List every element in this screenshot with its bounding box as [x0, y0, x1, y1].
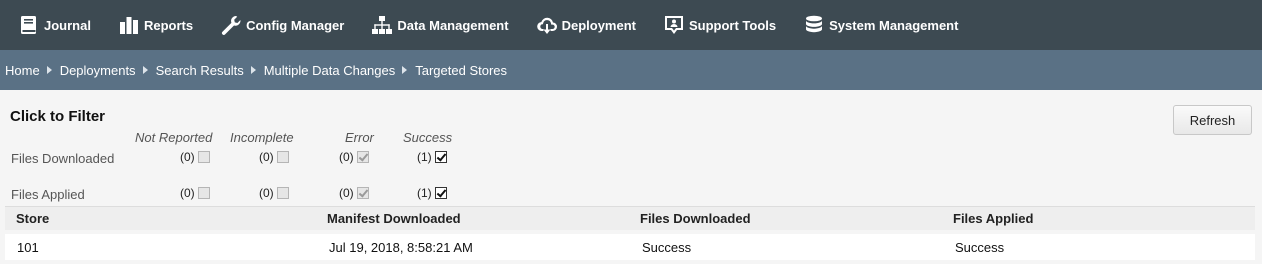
nav-journal[interactable]: Journal: [18, 0, 91, 50]
filter-checkbox-disabled: [356, 151, 369, 163]
sitemap-icon: [371, 14, 393, 36]
filter-count: (1): [417, 186, 432, 200]
filter-checkbox-disabled: [356, 187, 369, 199]
nav-deployment[interactable]: Deployment: [536, 0, 636, 50]
filter-count: (0): [180, 150, 195, 164]
column-header-manifest-downloaded[interactable]: Manifest Downloaded: [327, 211, 461, 226]
filter-count: (0): [259, 150, 274, 164]
filter-cell: (0): [259, 186, 289, 200]
stores-table: Store Manifest Downloaded Files Download…: [5, 206, 1255, 260]
filter-col-incomplete: Incomplete: [230, 130, 294, 145]
breadcrumb-separator-icon: [250, 66, 256, 74]
filter-cell: (0): [180, 150, 210, 164]
filter-checkbox-disabled: [276, 151, 289, 163]
nav-data-management[interactable]: Data Management: [371, 0, 509, 50]
nav-reports[interactable]: Reports: [118, 0, 193, 50]
filter-count: (0): [259, 186, 274, 200]
database-icon: [803, 14, 825, 36]
bar-chart-icon: [118, 14, 140, 36]
nav-label: Deployment: [561, 17, 636, 33]
filter-cell: (0): [339, 186, 369, 200]
filter-col-success: Success: [403, 130, 453, 145]
filter-count: (0): [339, 150, 354, 164]
cell-manifest-downloaded: Jul 19, 2018, 8:58:21 AM: [329, 240, 473, 255]
breadcrumb-targeted-stores: Targeted Stores: [415, 62, 508, 78]
filter-row-files-applied: Files Applied: [11, 187, 85, 202]
cell-files-downloaded: Success: [642, 240, 692, 255]
column-header-files-applied[interactable]: Files Applied: [953, 211, 1033, 226]
breadcrumb: Home Deployments Search Results Multiple…: [0, 50, 1262, 90]
filter-cell: (0): [259, 150, 289, 164]
breadcrumb-home[interactable]: Home: [5, 63, 40, 78]
breadcrumb-multiple-data-changes[interactable]: Multiple Data Changes: [264, 63, 396, 78]
filter-cell: (0): [180, 186, 210, 200]
cloud-download-icon: [536, 14, 558, 36]
nav-config-manager[interactable]: Config Manager: [220, 0, 344, 50]
cell-files-applied: Success: [955, 240, 1005, 255]
filter-checkbox-disabled: [276, 187, 289, 199]
filter-col-not-reported: Not Reported: [135, 130, 213, 145]
nav-system-management[interactable]: System Management: [803, 0, 958, 50]
nav-label: Journal: [44, 17, 91, 33]
filter-checkbox-disabled: [197, 151, 210, 163]
wrench-icon: [220, 14, 242, 36]
filter-checkbox-success[interactable]: [434, 187, 447, 199]
filter-checkbox-success[interactable]: [434, 151, 447, 163]
nav-label: Data Management: [397, 17, 509, 33]
refresh-button[interactable]: Refresh: [1173, 105, 1252, 135]
breadcrumb-deployments[interactable]: Deployments: [60, 63, 136, 78]
nav-label: Reports: [143, 17, 194, 33]
nav-label: Support Tools: [688, 17, 777, 33]
cell-store: 101: [17, 240, 39, 255]
nav-label: System Management: [829, 17, 959, 33]
nav-label: Config Manager: [246, 17, 345, 33]
breadcrumb-separator-icon: [402, 66, 408, 74]
filter-title: Click to Filter: [10, 108, 106, 125]
filter-count: (1): [417, 150, 432, 164]
breadcrumb-search-results[interactable]: Search Results: [156, 63, 244, 78]
table-row[interactable]: 101 Jul 19, 2018, 8:58:21 AM Success Suc…: [5, 234, 1255, 260]
main-content: Click to Filter Refresh Not Reported Inc…: [0, 90, 1262, 264]
filter-cell: (0): [339, 150, 369, 164]
table-header: Store Manifest Downloaded Files Download…: [5, 206, 1255, 230]
support-icon: [663, 14, 685, 36]
filter-cell: (1): [417, 150, 447, 164]
breadcrumb-separator-icon: [142, 66, 148, 74]
filter-checkbox-disabled: [197, 187, 210, 199]
top-navigation: Journal Reports Config Manager Data Mana…: [0, 0, 1262, 50]
filter-row-files-downloaded: Files Downloaded: [11, 151, 115, 166]
filter-col-error: Error: [345, 130, 374, 145]
filter-count: (0): [339, 186, 354, 200]
book-icon: [18, 14, 40, 36]
column-header-store[interactable]: Store: [16, 211, 49, 226]
filter-cell: (1): [417, 186, 447, 200]
filter-count: (0): [180, 186, 195, 200]
breadcrumb-separator-icon: [46, 66, 52, 74]
nav-support-tools[interactable]: Support Tools: [663, 0, 776, 50]
column-header-files-downloaded[interactable]: Files Downloaded: [640, 211, 751, 226]
